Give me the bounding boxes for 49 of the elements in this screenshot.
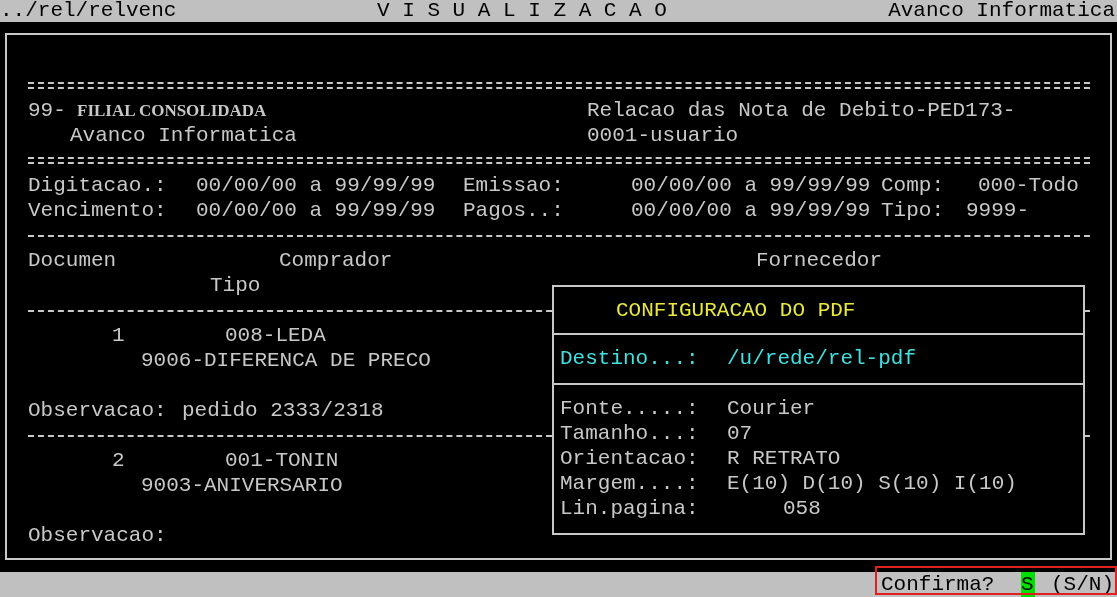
field-value: 07 bbox=[727, 421, 753, 446]
filter-value: 9999- bbox=[966, 198, 1029, 223]
filter-value: 00/00/00 a 99/99/99 bbox=[196, 198, 436, 223]
note-label: Observacao: bbox=[28, 523, 167, 548]
field-label: Margem....: bbox=[560, 471, 699, 496]
buyer-name: 001-TONIN bbox=[225, 448, 339, 473]
field-value: Courier bbox=[727, 396, 816, 421]
user-name: 0001-usuario bbox=[587, 123, 739, 148]
field-value: E(10) D(10) S(10) I(10) bbox=[727, 471, 1017, 496]
filter-value: 00/00/00 a 99/99/99 bbox=[631, 198, 871, 223]
confirm-prompt: Confirma? bbox=[881, 572, 995, 597]
field-label: Tamanho...: bbox=[560, 421, 699, 446]
filter-label: Comp: bbox=[881, 173, 944, 198]
answer-options: (S/N) bbox=[1051, 572, 1114, 597]
screen-title: V I S U A L I Z A C A O bbox=[377, 0, 667, 22]
buyer-name: 008-LEDA bbox=[225, 323, 326, 348]
field-value: 058 bbox=[783, 496, 821, 521]
dialog-title: CONFIGURACAO DO PDF bbox=[616, 297, 856, 323]
filter-value: 000-Todo bbox=[978, 173, 1079, 198]
column-header: Fornecedor bbox=[756, 248, 883, 273]
program-path: ../rel/relvenc bbox=[0, 0, 177, 22]
note-text: pedido 2333/2318 bbox=[182, 398, 384, 423]
report-title: Relacao das Nota de Debito-PED173- bbox=[587, 98, 1016, 123]
debit-type: 9003-ANIVERSARIO bbox=[141, 473, 343, 498]
filter-label: Digitacao.: bbox=[28, 173, 167, 198]
field-label: Destino...: bbox=[560, 346, 699, 371]
field-label: Orientacao: bbox=[560, 446, 699, 471]
branch-name: FILIAL CONSOLIDADA bbox=[77, 100, 267, 122]
filter-value: 00/00/00 a 99/99/99 bbox=[196, 173, 436, 198]
debit-type: 9006-DIFERENCA DE PRECO bbox=[141, 348, 431, 373]
filter-value: 00/00/00 a 99/99/99 bbox=[631, 173, 871, 198]
column-header: Comprador bbox=[279, 248, 393, 273]
field-label: Lin.pagina: bbox=[560, 496, 699, 521]
answer-field[interactable]: S bbox=[1021, 572, 1035, 597]
destination-value: /u/rede/rel-pdf bbox=[727, 346, 917, 371]
filter-label: Tipo: bbox=[881, 198, 944, 223]
filter-label: Pagos..: bbox=[463, 198, 564, 223]
document-number: 2 bbox=[112, 448, 125, 473]
note-label: Observacao: bbox=[28, 398, 167, 423]
column-header: Tipo bbox=[210, 273, 261, 298]
field-label: Fonte.....: bbox=[560, 396, 699, 421]
field-value: R RETRATO bbox=[727, 446, 841, 471]
document-number: 1 bbox=[112, 323, 125, 348]
column-header: Documen bbox=[28, 248, 117, 273]
filter-label: Vencimento: bbox=[28, 198, 167, 223]
branch-code: 99- bbox=[28, 98, 66, 123]
company-name: Avanco Informatica bbox=[888, 0, 1115, 22]
filter-label: Emissao: bbox=[463, 173, 564, 198]
company-name: Avanco Informatica bbox=[70, 123, 297, 148]
